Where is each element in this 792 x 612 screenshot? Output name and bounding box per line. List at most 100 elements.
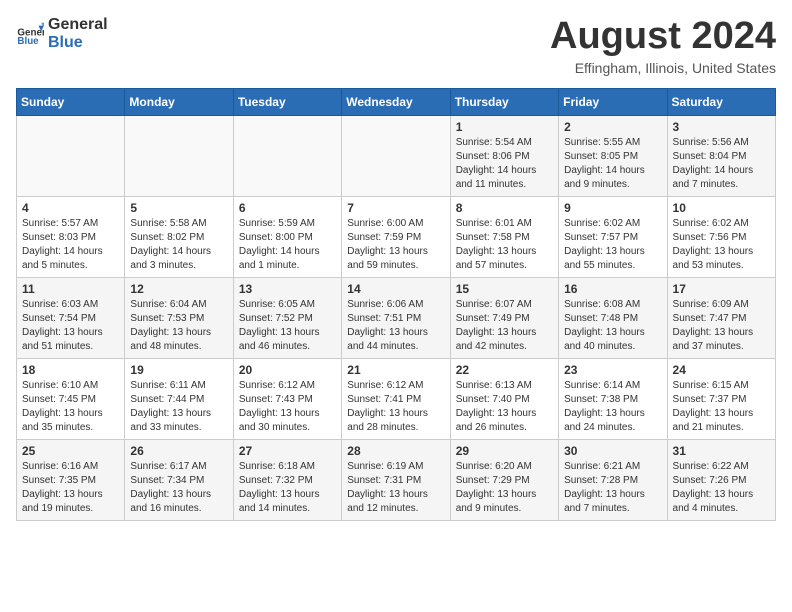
calendar-cell: 11Sunrise: 6:03 AMSunset: 7:54 PMDayligh… [17,277,125,358]
calendar-cell: 29Sunrise: 6:20 AMSunset: 7:29 PMDayligh… [450,439,558,520]
day-number: 2 [564,120,661,134]
day-info: Sunrise: 6:17 AMSunset: 7:34 PMDaylight:… [130,461,211,514]
calendar-cell: 17 Sunrise: 6:09 AMSunset: 7:47 PMDayligh… [667,277,775,358]
day-info: Sunrise: 6:02 AMSunset: 7:56 PMDaylight:… [673,218,754,271]
location-subtitle: Effingham, Illinois, United States [550,60,776,76]
day-number: 23 [564,363,661,377]
calendar-cell: 3 Sunrise: 5:56 AMSunset: 8:04 PMDaylight… [667,115,775,196]
calendar-cell: 28 Sunrise: 6:19 AMSunset: 7:31 PMDayligh… [342,439,450,520]
day-number: 15 [456,282,553,296]
calendar-cell: 1 Sunrise: 5:54 AMSunset: 8:06 PMDaylight… [450,115,558,196]
day-info: Sunrise: 6:09 AMSunset: 7:47 PMDaylight:… [673,299,754,352]
calendar-cell: 16Sunrise: 6:08 AMSunset: 7:48 PMDayligh… [559,277,667,358]
month-year-title: August 2024 [550,16,776,58]
day-number: 13 [239,282,336,296]
day-info: Sunrise: 6:14 AMSunset: 7:38 PMDaylight:… [564,380,645,433]
day-number: 5 [130,201,227,215]
day-number: 12 [130,282,227,296]
calendar-week-row: 11Sunrise: 6:03 AMSunset: 7:54 PMDayligh… [17,277,776,358]
weekday-header-friday: Friday [559,88,667,115]
day-number: 19 [130,363,227,377]
logo-blue-text: Blue [48,34,108,52]
logo: General Blue General Blue [16,16,108,51]
day-number: 1 [456,120,553,134]
calendar-cell: 20Sunrise: 6:12 AMSunset: 7:43 PMDayligh… [233,358,341,439]
page-header: General Blue General Blue August 2024 Ef… [16,16,776,76]
weekday-header-thursday: Thursday [450,88,558,115]
day-info: Sunrise: 6:15 AMSunset: 7:37 PMDaylight:… [673,380,754,433]
day-info: Sunrise: 6:04 AMSunset: 7:53 PMDaylight:… [130,299,211,352]
day-number: 7 [347,201,444,215]
calendar-cell: 13 Sunrise: 6:05 AMSunset: 7:52 PMDayligh… [233,277,341,358]
weekday-row: SundayMondayTuesdayWednesdayThursdayFrid… [17,88,776,115]
day-info: Sunrise: 6:00 AMSunset: 7:59 PMDaylight:… [347,218,428,271]
day-number: 28 [347,444,444,458]
day-number: 16 [564,282,661,296]
calendar-cell: 30 Sunrise: 6:21 AMSunset: 7:28 PMDayligh… [559,439,667,520]
day-info: Sunrise: 5:57 AMSunset: 8:03 PMDaylight:… [22,218,103,271]
day-number: 25 [22,444,119,458]
day-info: Sunrise: 6:05 AMSunset: 7:52 PMDaylight:… [239,299,320,352]
day-number: 3 [673,120,770,134]
calendar-cell: 5 Sunrise: 5:58 AMSunset: 8:02 PMDaylight… [125,196,233,277]
weekday-header-saturday: Saturday [667,88,775,115]
calendar-table: SundayMondayTuesdayWednesdayThursdayFrid… [16,88,776,521]
calendar-cell: 22Sunrise: 6:13 AMSunset: 7:40 PMDayligh… [450,358,558,439]
calendar-cell [233,115,341,196]
calendar-cell [17,115,125,196]
day-number: 24 [673,363,770,377]
day-number: 30 [564,444,661,458]
weekday-header-tuesday: Tuesday [233,88,341,115]
calendar-cell: 4 Sunrise: 5:57 AMSunset: 8:03 PMDaylight… [17,196,125,277]
calendar-cell: 6Sunrise: 5:59 AMSunset: 8:00 PMDaylight… [233,196,341,277]
calendar-cell: 12 Sunrise: 6:04 AMSunset: 7:53 PMDayligh… [125,277,233,358]
day-info: Sunrise: 6:12 AMSunset: 7:43 PMDaylight:… [239,380,320,433]
calendar-cell: 14 Sunrise: 6:06 AMSunset: 7:51 PMDayligh… [342,277,450,358]
day-info: Sunrise: 6:02 AMSunset: 7:57 PMDaylight:… [564,218,645,271]
day-number: 29 [456,444,553,458]
calendar-body: 1 Sunrise: 5:54 AMSunset: 8:06 PMDaylight… [17,115,776,520]
day-info: Sunrise: 6:22 AMSunset: 7:26 PMDaylight:… [673,461,754,514]
calendar-cell: 31 Sunrise: 6:22 AMSunset: 7:26 PMDayligh… [667,439,775,520]
logo-general-text: General [48,16,108,34]
calendar-cell [342,115,450,196]
day-info: Sunrise: 5:56 AMSunset: 8:04 PMDaylight:… [673,137,754,190]
day-info: Sunrise: 5:54 AMSunset: 8:06 PMDaylight:… [456,137,537,190]
calendar-cell: 21Sunrise: 6:12 AMSunset: 7:41 PMDayligh… [342,358,450,439]
day-info: Sunrise: 6:16 AMSunset: 7:35 PMDaylight:… [22,461,103,514]
calendar-cell: 24 Sunrise: 6:15 AMSunset: 7:37 PMDayligh… [667,358,775,439]
calendar-cell: 8Sunrise: 6:01 AMSunset: 7:58 PMDaylight… [450,196,558,277]
day-number: 14 [347,282,444,296]
day-info: Sunrise: 5:58 AMSunset: 8:02 PMDaylight:… [130,218,211,271]
calendar-cell: 19 Sunrise: 6:11 AMSunset: 7:44 PMDayligh… [125,358,233,439]
day-info: Sunrise: 6:11 AMSunset: 7:44 PMDaylight:… [130,380,211,433]
calendar-cell: 23 Sunrise: 6:14 AMSunset: 7:38 PMDayligh… [559,358,667,439]
weekday-header-sunday: Sunday [17,88,125,115]
day-number: 10 [673,201,770,215]
calendar-cell: 15Sunrise: 6:07 AMSunset: 7:49 PMDayligh… [450,277,558,358]
day-number: 27 [239,444,336,458]
calendar-header: SundayMondayTuesdayWednesdayThursdayFrid… [17,88,776,115]
day-info: Sunrise: 6:03 AMSunset: 7:54 PMDaylight:… [22,299,103,352]
day-number: 26 [130,444,227,458]
day-info: Sunrise: 6:21 AMSunset: 7:28 PMDaylight:… [564,461,645,514]
day-info: Sunrise: 6:19 AMSunset: 7:31 PMDaylight:… [347,461,428,514]
weekday-header-wednesday: Wednesday [342,88,450,115]
calendar-week-row: 18Sunrise: 6:10 AMSunset: 7:45 PMDayligh… [17,358,776,439]
calendar-week-row: 25 Sunrise: 6:16 AMSunset: 7:35 PMDayligh… [17,439,776,520]
day-number: 18 [22,363,119,377]
day-info: Sunrise: 5:55 AMSunset: 8:05 PMDaylight:… [564,137,645,190]
day-info: Sunrise: 6:18 AMSunset: 7:32 PMDaylight:… [239,461,320,514]
day-info: Sunrise: 6:01 AMSunset: 7:58 PMDaylight:… [456,218,537,271]
day-info: Sunrise: 6:12 AMSunset: 7:41 PMDaylight:… [347,380,428,433]
title-block: August 2024 Effingham, Illinois, United … [550,16,776,76]
day-info: Sunrise: 5:59 AMSunset: 8:00 PMDaylight:… [239,218,320,271]
calendar-cell: 26 Sunrise: 6:17 AMSunset: 7:34 PMDayligh… [125,439,233,520]
day-info: Sunrise: 6:06 AMSunset: 7:51 PMDaylight:… [347,299,428,352]
weekday-header-monday: Monday [125,88,233,115]
logo-icon: General Blue [16,20,44,48]
day-number: 4 [22,201,119,215]
calendar-week-row: 1 Sunrise: 5:54 AMSunset: 8:06 PMDaylight… [17,115,776,196]
day-number: 31 [673,444,770,458]
day-number: 17 [673,282,770,296]
